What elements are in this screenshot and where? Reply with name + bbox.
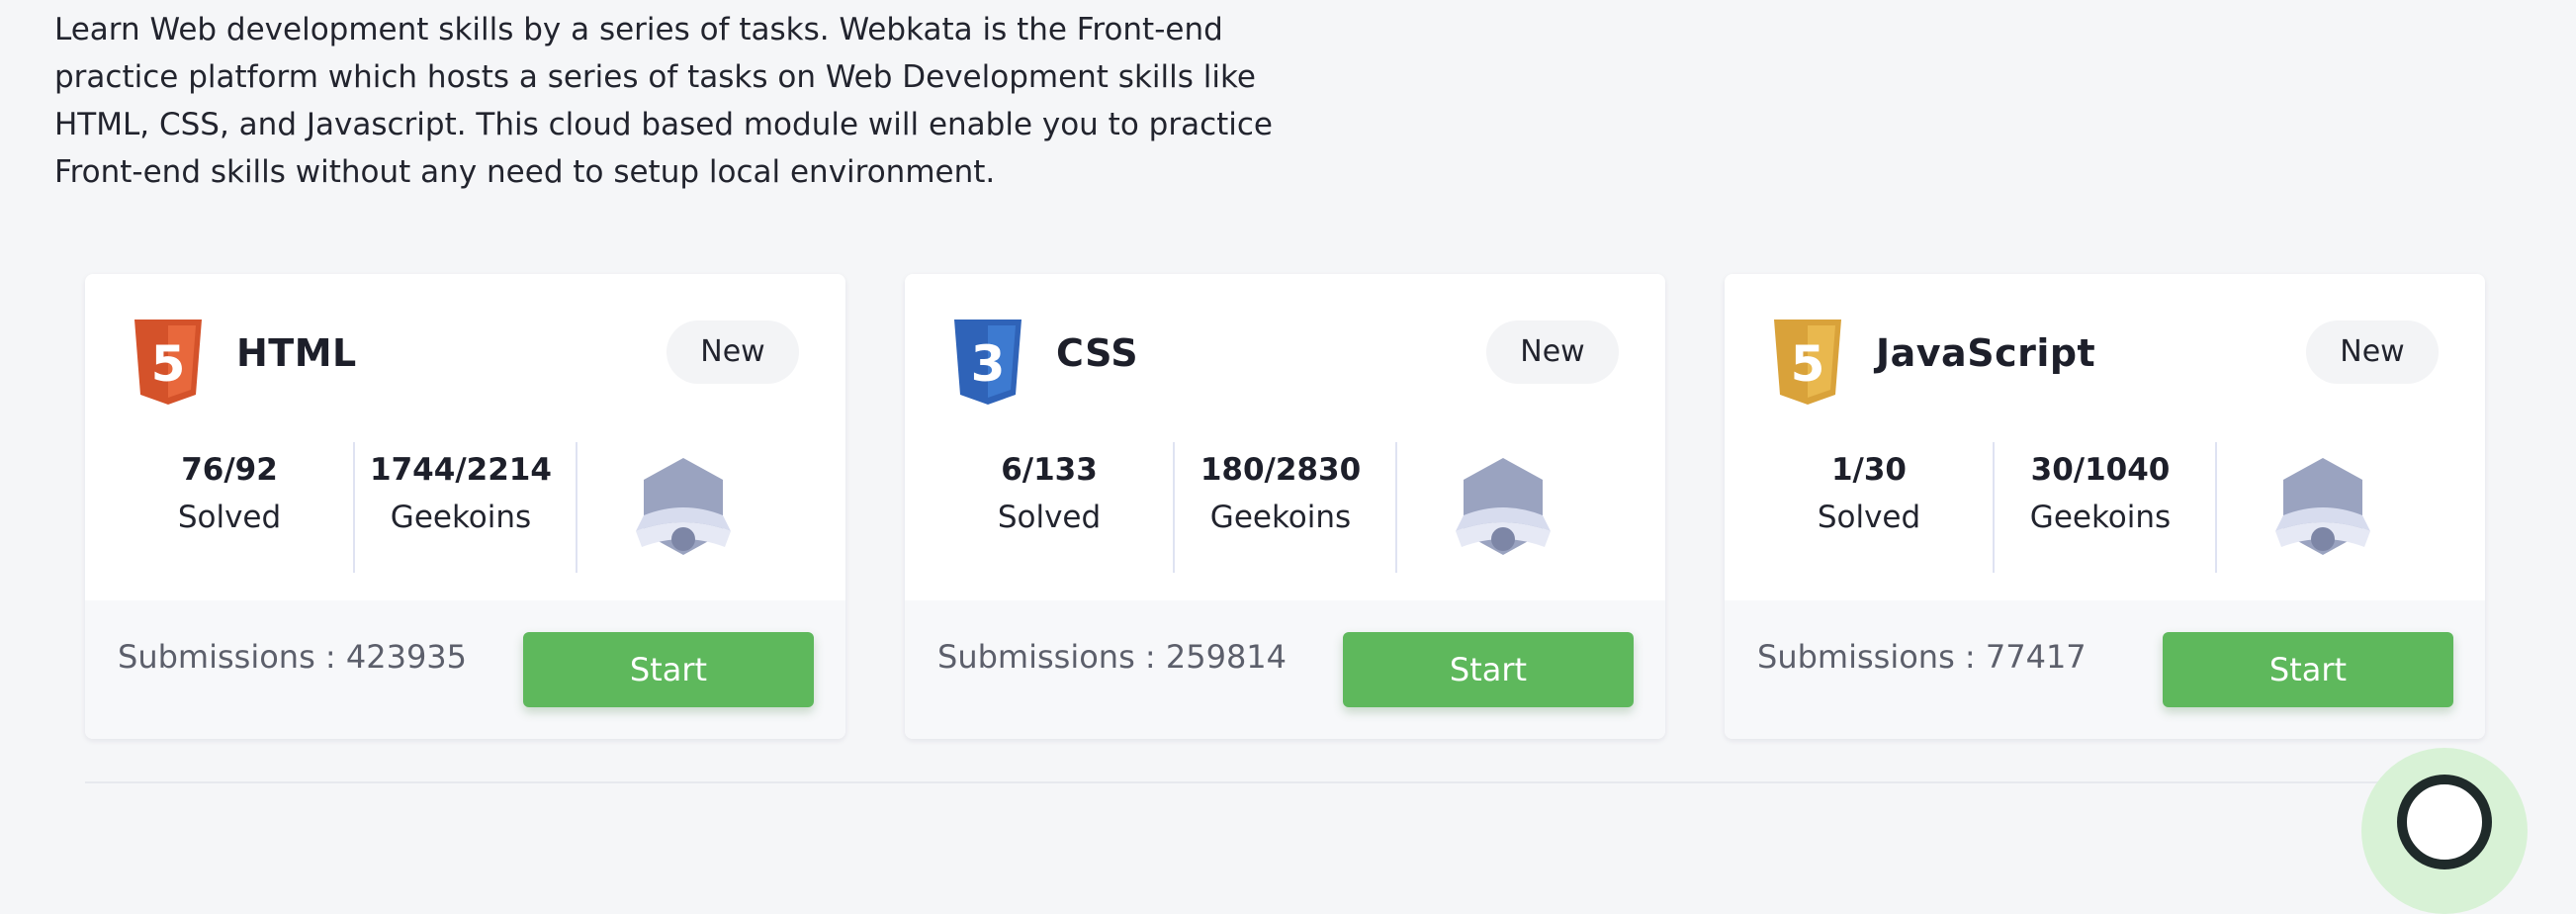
medal-icon bbox=[636, 458, 731, 555]
divider bbox=[576, 442, 577, 573]
track-title: HTML bbox=[236, 331, 357, 375]
solved-stat: 1/30 Solved bbox=[1790, 442, 1948, 573]
medal-icon bbox=[1456, 458, 1551, 555]
html5-icon: 5 bbox=[134, 320, 202, 405]
start-button[interactable]: Start bbox=[1343, 632, 1634, 707]
divider bbox=[85, 781, 2478, 783]
solved-label: Solved bbox=[997, 500, 1102, 535]
track-title: CSS bbox=[1056, 331, 1139, 375]
css3-icon: 3 bbox=[954, 320, 1022, 405]
track-stats: 1/30 Solved 30/1040 Geekoins bbox=[1725, 442, 2485, 573]
track-title: JavaScript bbox=[1876, 331, 2096, 375]
javascript-icon: 5 bbox=[1774, 320, 1841, 405]
new-badge: New bbox=[2306, 320, 2439, 384]
geekoins-value: 180/2830 bbox=[1199, 452, 1362, 488]
card-header: 3 CSS New 6/133 Solved 180/2830 Geekoins bbox=[905, 274, 1665, 600]
solved-value: 76/92 bbox=[181, 452, 278, 488]
svg-text:3: 3 bbox=[971, 335, 1006, 393]
track-card-html: 5 HTML New 76/92 Solved 1744/2214 Geekoi… bbox=[85, 274, 845, 739]
new-badge: New bbox=[1486, 320, 1619, 384]
card-header: 5 HTML New 76/92 Solved 1744/2214 Geekoi… bbox=[85, 274, 845, 600]
track-cards: 5 HTML New 76/92 Solved 1744/2214 Geekoi… bbox=[85, 274, 2485, 739]
solved-value: 1/30 bbox=[1830, 452, 1908, 488]
track-card-javascript: 5 JavaScript New 1/30 Solved 30/1040 Gee… bbox=[1725, 274, 2485, 739]
geekoins-stat: 30/1040 Geekoins bbox=[1994, 442, 2207, 573]
intro-text: Learn Web development skills by a series… bbox=[54, 12, 1274, 190]
medal-icon bbox=[2275, 458, 2370, 555]
geekoins-label: Geekoins bbox=[390, 500, 532, 535]
track-stats: 6/133 Solved 180/2830 Geekoins bbox=[905, 442, 1665, 573]
geekoins-value: 1744/2214 bbox=[370, 452, 552, 488]
svg-text:5: 5 bbox=[151, 335, 186, 393]
solved-value: 6/133 bbox=[1001, 452, 1098, 488]
solved-label: Solved bbox=[1817, 500, 1921, 535]
track-stats: 76/92 Solved 1744/2214 Geekoins bbox=[85, 442, 845, 573]
geekoins-label: Geekoins bbox=[1209, 500, 1352, 535]
svg-text:5: 5 bbox=[1791, 335, 1825, 393]
geekoins-value: 30/1040 bbox=[2030, 452, 2171, 488]
start-button[interactable]: Start bbox=[2163, 632, 2453, 707]
chat-icon bbox=[2397, 775, 2492, 869]
solved-label: Solved bbox=[177, 500, 282, 535]
new-badge: New bbox=[666, 320, 799, 384]
divider bbox=[2215, 442, 2217, 573]
submissions-count: Submissions : 259814 bbox=[937, 638, 1288, 676]
solved-stat: 76/92 Solved bbox=[150, 442, 309, 573]
divider bbox=[1395, 442, 1397, 573]
track-card-css: 3 CSS New 6/133 Solved 180/2830 Geekoins bbox=[905, 274, 1665, 739]
geekoins-stat: 180/2830 Geekoins bbox=[1174, 442, 1387, 573]
start-button[interactable]: Start bbox=[523, 632, 814, 707]
card-header: 5 JavaScript New 1/30 Solved 30/1040 Gee… bbox=[1725, 274, 2485, 600]
card-footer: Submissions : 259814 Start bbox=[905, 600, 1665, 739]
card-footer: Submissions : 423935 Start bbox=[85, 600, 845, 739]
card-footer: Submissions : 77417 Start bbox=[1725, 600, 2485, 739]
submissions-count: Submissions : 77417 bbox=[1757, 638, 2087, 676]
solved-stat: 6/133 Solved bbox=[970, 442, 1128, 573]
geekoins-stat: 1744/2214 Geekoins bbox=[354, 442, 568, 573]
submissions-count: Submissions : 423935 bbox=[118, 638, 468, 676]
geekoins-label: Geekoins bbox=[2029, 500, 2172, 535]
